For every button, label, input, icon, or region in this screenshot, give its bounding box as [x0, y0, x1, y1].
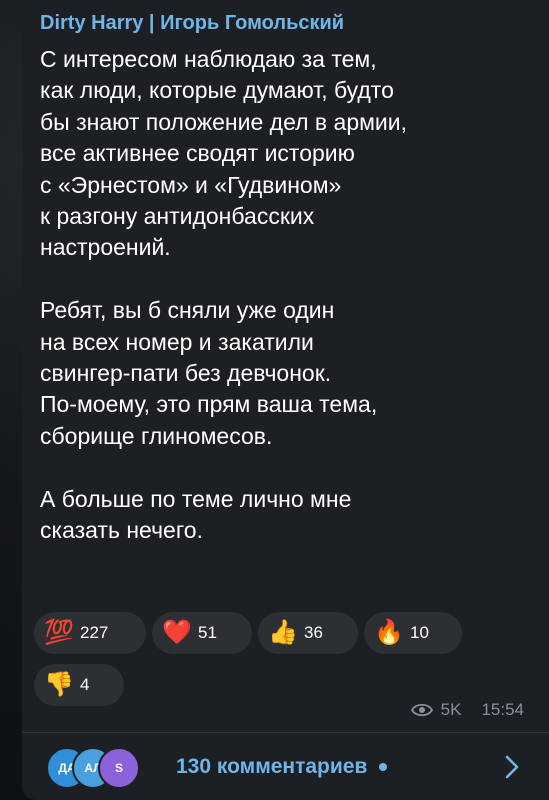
comments-count-label: 130 комментариев	[176, 754, 368, 778]
chevron-right-icon	[505, 755, 519, 779]
reaction-hundred-points[interactable]: 💯 227	[34, 612, 146, 654]
reaction-fire[interactable]: 🔥 10	[364, 612, 462, 654]
heart-icon: ❤️	[162, 619, 192, 646]
message-time: 15:54	[481, 700, 524, 719]
thumbs-up-icon: 👍	[268, 619, 298, 646]
reaction-thumbs-up[interactable]: 👍 36	[258, 612, 358, 654]
author-name[interactable]: Dirty Harry | Игорь Гомольский	[40, 12, 344, 35]
reaction-heart[interactable]: ❤️ 51	[152, 612, 252, 654]
eye-icon	[410, 703, 433, 717]
hundred-points-icon: 💯	[44, 619, 74, 646]
message-paragraph-3: А больше по теме лично мне сказать нечег…	[40, 485, 352, 544]
view-count: 5K	[440, 700, 462, 719]
reaction-count: 227	[80, 623, 109, 642]
message-paragraph-2: Ребят, вы б сняли уже один на всех номер…	[40, 297, 378, 449]
avatar: S	[98, 746, 140, 789]
message-meta: 5K 15:54	[410, 700, 524, 720]
reaction-count: 51	[198, 623, 217, 642]
comments-button[interactable]: ДА АЛ S 130 комментариев	[22, 733, 549, 800]
message-paragraph-1: С интересом наблюдаю за тем, как люди, к…	[40, 46, 408, 261]
message-text: С интересом наблюдаю за тем, как люди, к…	[40, 44, 530, 546]
fire-icon: 🔥	[374, 619, 404, 646]
reaction-count: 36	[304, 623, 323, 642]
thumbs-down-icon: 👎	[44, 671, 74, 698]
commenter-avatars: ДА АЛ S	[46, 746, 166, 789]
unread-dot	[379, 762, 388, 771]
reaction-count: 10	[410, 623, 429, 642]
reaction-thumbs-down[interactable]: 👎 4	[34, 664, 124, 706]
reaction-count: 4	[80, 675, 90, 694]
